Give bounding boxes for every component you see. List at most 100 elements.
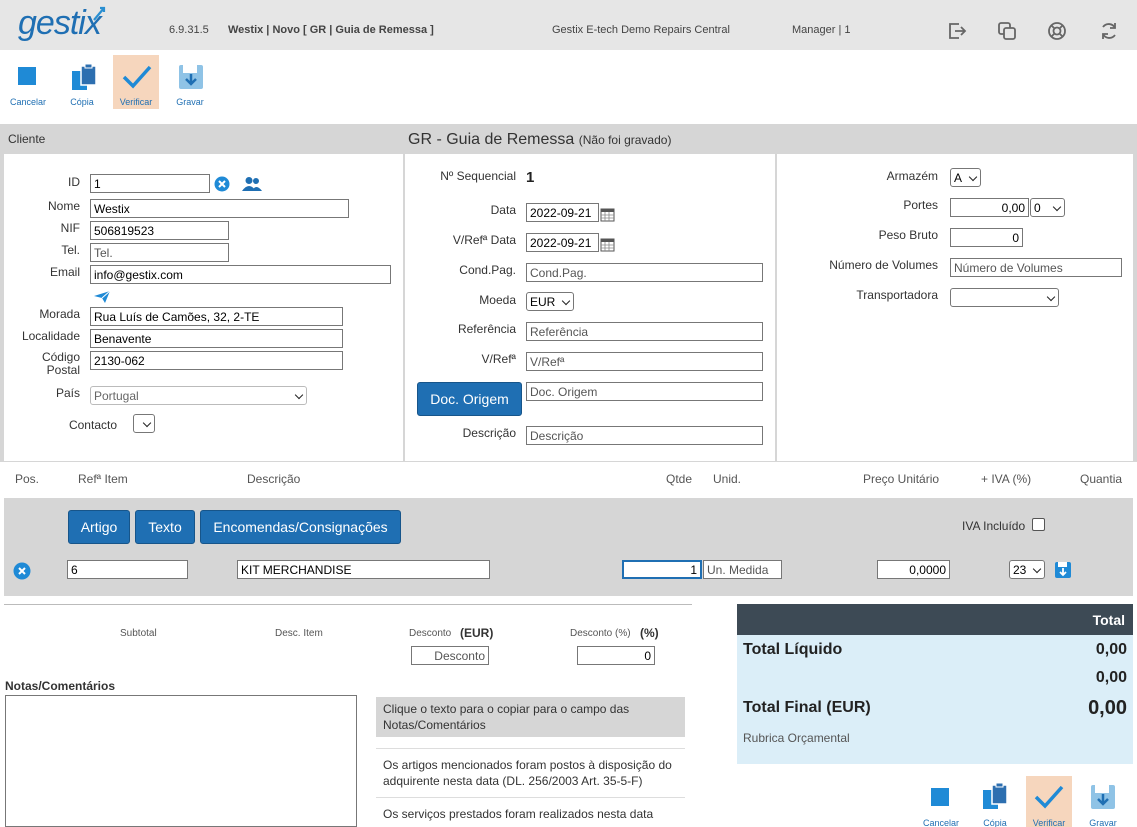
doc-origin-input[interactable]: Doc. Origem [526, 382, 763, 401]
bottom-verify-label: Verificar [1032, 818, 1066, 827]
verify-button[interactable]: Verificar [113, 55, 159, 109]
lines-header [0, 462, 1137, 498]
logo-swoosh-icon [92, 6, 106, 25]
date-calendar-icon[interactable] [598, 205, 616, 223]
orders-consignments-button[interactable]: Encomendas/Consignações [200, 510, 401, 544]
col-price: Preço Unitário [863, 472, 940, 486]
description-input[interactable]: Descrição [526, 426, 763, 445]
col-vat: + IVA (%) [981, 472, 1032, 486]
bottom-cancel-label: Cancelar [922, 818, 960, 827]
note-template-1[interactable]: Os artigos mencionados foram postos à di… [376, 748, 685, 798]
vref-date-input[interactable]: 2022-09-21 [526, 233, 599, 252]
reference-label: Referência [457, 322, 516, 336]
page-title: GR - Guia de Remessa (Não foi gravado) [408, 131, 671, 149]
vat-included-label: IVA Incluído [962, 519, 1026, 533]
client-address-input[interactable]: Rua Luís de Camões, 32, 2-TE [90, 307, 343, 326]
notes-label: Notas/Comentários [5, 679, 116, 693]
save-button[interactable]: Gravar [167, 55, 213, 109]
note-template-2[interactable]: Os serviços prestados foram realizados n… [376, 800, 685, 827]
vref-input[interactable]: V/Refª [526, 352, 763, 371]
reference-input[interactable]: Referência [526, 322, 763, 341]
date-label: Data [490, 203, 516, 217]
discount-pct-caption: Desconto (%) [570, 628, 631, 639]
client-tel-input[interactable]: Tel. [90, 243, 229, 262]
net-total-value: 0,00 [1095, 641, 1127, 658]
add-article-button[interactable]: Artigo [68, 510, 130, 544]
client-name-input[interactable]: Westix [90, 199, 349, 218]
client-name-label: Nome [47, 199, 80, 213]
net-total-label: Total Líquido [743, 641, 843, 658]
add-text-button[interactable]: Texto [135, 510, 195, 544]
notes-textarea[interactable] [5, 695, 357, 827]
line-save-icon[interactable] [1053, 560, 1073, 580]
page-title-text: GR - Guia de Remessa [408, 131, 575, 148]
client-id-input[interactable]: 1 [90, 174, 210, 193]
line-vat-select[interactable]: 23 [1009, 560, 1045, 579]
client-contact-label: Contacto [68, 418, 117, 432]
verify-label: Verificar [119, 97, 153, 107]
app-version: 6.9.31.5 [169, 24, 209, 36]
client-city-label: Localidade [21, 329, 80, 343]
col-unit: Unid. [713, 472, 742, 486]
discount-input[interactable]: Desconto [411, 646, 489, 665]
refresh-icon[interactable] [1098, 20, 1120, 42]
summary-divider [4, 604, 692, 605]
logout-icon[interactable] [946, 20, 968, 42]
client-email-input[interactable]: info@gestix.com [90, 265, 391, 284]
cancel-button[interactable]: Cancelar [5, 55, 51, 109]
doc-origin-button[interactable]: Doc. Origem [417, 382, 522, 416]
currency-label: Moeda [479, 293, 516, 307]
bottom-verify-button[interactable]: Verificar [1026, 776, 1072, 827]
company-name: Gestix E-tech Demo Repairs Central [552, 24, 730, 36]
cancel-label: Cancelar [9, 97, 47, 107]
totals-header-label: Total [1092, 612, 1125, 628]
subtotal-caption: Subtotal [120, 628, 157, 639]
vref-date-label: V/Refª Data [452, 233, 516, 247]
bottom-copy-button[interactable]: Cópia [972, 776, 1018, 827]
line-ref-input[interactable]: 6 [67, 560, 188, 579]
item-discount-caption: Desc. Item [275, 628, 323, 639]
bottom-save-button[interactable]: Gravar [1080, 776, 1126, 827]
weight-input[interactable]: 0 [950, 228, 1023, 247]
currency-select[interactable]: EUR [526, 292, 574, 311]
bottom-cancel-button[interactable]: Cancelar [918, 776, 964, 827]
volumes-input[interactable]: Número de Volumes [950, 258, 1122, 277]
user-info: Manager | 1 [792, 24, 851, 36]
client-contact-select[interactable] [133, 414, 155, 433]
freight-tax-select[interactable]: 0 [1030, 198, 1065, 217]
help-lifebuoy-icon[interactable] [1046, 20, 1068, 42]
client-postal-input[interactable]: 2130-062 [90, 351, 343, 370]
col-amount: Quantia [1080, 472, 1123, 486]
client-country-select[interactable]: Portugal [90, 386, 307, 405]
freight-label: Portes [903, 198, 938, 212]
line-qty-input[interactable]: 1 [622, 560, 702, 579]
carrier-select[interactable] [950, 288, 1059, 307]
app-logo[interactable]: gestix [18, 4, 102, 43]
line-unit-input[interactable]: Un. Medida [703, 560, 782, 579]
client-city-input[interactable]: Benavente [90, 329, 343, 348]
line-price-input[interactable]: 0,0000 [877, 560, 950, 579]
payment-cond-input[interactable]: Cond.Pag. [526, 263, 763, 282]
client-section-label: Cliente [8, 132, 46, 146]
warehouse-select[interactable]: A [950, 168, 981, 187]
search-client-icon[interactable] [240, 175, 264, 193]
document-title: Westix | Novo [ GR | Guia de Remessa ] [228, 24, 434, 36]
bottom-save-label: Gravar [1089, 818, 1117, 827]
date-input[interactable]: 2022-09-21 [526, 203, 599, 222]
freight-input[interactable]: 0,00 [950, 198, 1029, 217]
client-address-label: Morada [39, 307, 80, 321]
vref-label: V/Refª [481, 352, 516, 366]
copy-button[interactable]: Cópia [59, 55, 105, 109]
remove-line-icon[interactable] [12, 561, 32, 581]
line-desc-input[interactable]: KIT MERCHANDISE [237, 560, 490, 579]
client-nif-input[interactable]: 506819523 [90, 221, 229, 240]
vat-included-checkbox[interactable] [1032, 518, 1045, 531]
vref-calendar-icon[interactable] [598, 235, 616, 253]
client-email-label: Email [49, 265, 80, 279]
bottom-copy-label: Cópia [983, 818, 1007, 827]
send-email-icon[interactable] [92, 289, 112, 305]
clear-client-icon[interactable] [213, 175, 231, 193]
discount-pct-input[interactable]: 0 [577, 646, 655, 665]
windows-icon[interactable] [996, 20, 1018, 42]
totals-body: Total Líquido 0,00 0,00 Total Final (EUR… [737, 635, 1133, 764]
